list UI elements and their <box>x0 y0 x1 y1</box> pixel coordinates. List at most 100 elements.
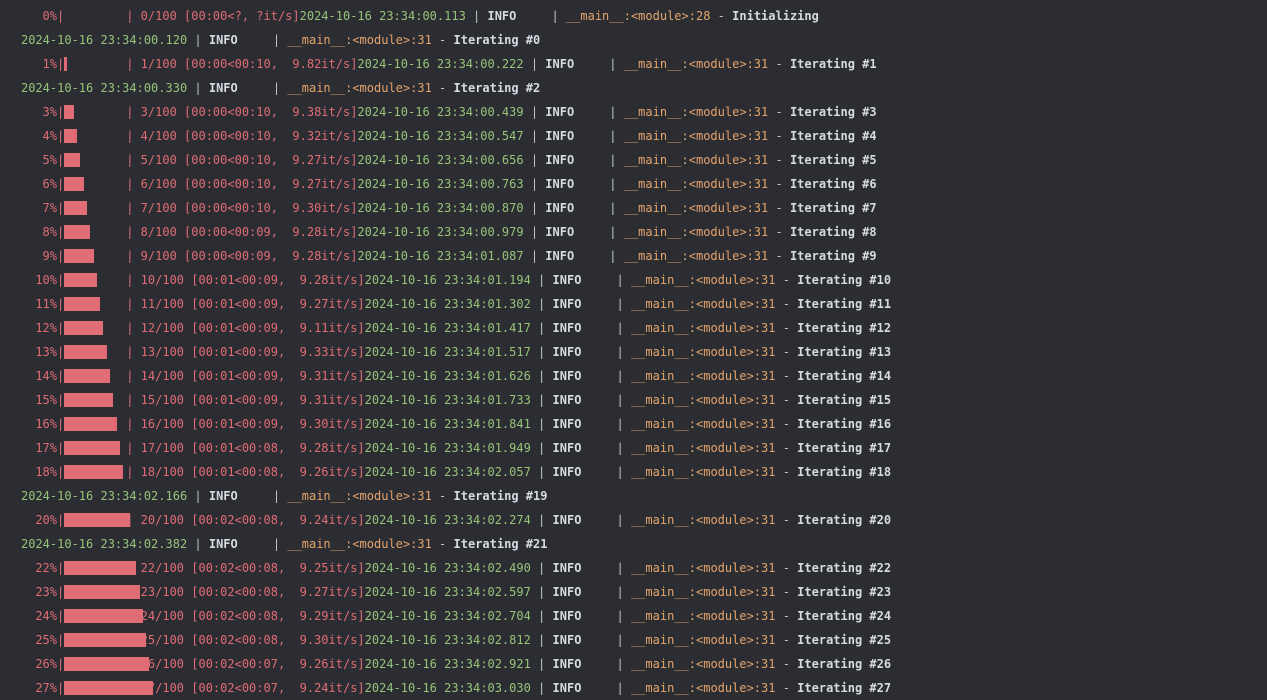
progress-bar-left-edge: | <box>57 633 65 647</box>
log-message: Iterating #26 <box>797 657 892 671</box>
progress-counter: | 18/100 [00:01<00:08, 9.26it/s] <box>126 465 365 479</box>
progress-bar-fill <box>64 273 98 287</box>
log-separator: | <box>616 441 631 455</box>
log-separator: | <box>609 249 624 263</box>
log-module: __main__:<module> <box>630 345 754 359</box>
progress-bar <box>64 556 137 580</box>
log-module: __main__:<module> <box>630 393 754 407</box>
progress-percent: 20% <box>35 513 57 527</box>
log-timestamp: 2024-10-16 23:34:02.597 <box>364 585 531 599</box>
progress-line: 26% | | 26/100 [00:02<00:07, 9.26it/s] 2024… <box>0 652 891 676</box>
progress-bar <box>64 364 126 388</box>
log-separator: | <box>272 33 288 47</box>
log-message: Iterating #5 <box>789 153 877 167</box>
log-timestamp: 2024-10-16 23:34:02.490 <box>364 561 531 575</box>
log-separator: | <box>616 657 631 671</box>
progress-bar-fill <box>64 57 68 71</box>
log-module: __main__:<module> <box>630 465 754 479</box>
progress-percent: 27% <box>35 681 57 695</box>
log-line-number: :31 <box>753 369 776 383</box>
progress-line: 17% | | 17/100 [00:01<00:08, 9.28it/s] 2024… <box>0 436 891 460</box>
log-separator: - <box>768 105 790 119</box>
progress-percent: 9% <box>42 249 57 263</box>
log-level: INFO <box>552 609 582 623</box>
log-separator: - <box>775 441 798 455</box>
log-separator: - <box>768 249 790 263</box>
log-message: Iterating #24 <box>797 609 892 623</box>
log-timestamp: 2024-10-16 23:34:03.030 <box>364 681 531 695</box>
progress-bar <box>64 268 126 292</box>
progress-bar-fill <box>64 321 104 335</box>
progress-line: 27% | | 27/100 [00:02<00:07, 9.24it/s] 2024… <box>0 676 891 700</box>
log-separator: | <box>616 609 631 623</box>
progress-bar <box>64 388 126 412</box>
progress-bar-left-edge: | <box>57 441 65 455</box>
progress-percent: 13% <box>35 345 57 359</box>
log-timestamp: 2024-10-16 23:34:00.979 <box>357 225 524 239</box>
progress-bar-left-edge: | <box>57 297 65 311</box>
progress-counter: | 14/100 [00:01<00:09, 9.31it/s] <box>126 369 365 383</box>
log-timestamp: 2024-10-16 23:34:02.274 <box>364 513 531 527</box>
log-level: INFO <box>552 681 582 695</box>
log-line-number: :31 <box>746 249 769 263</box>
progress-counter: | 5/100 [00:00<00:10, 9.27it/s] <box>126 153 358 167</box>
progress-bar-fill <box>64 609 144 623</box>
progress-line: 11% | | 11/100 [00:01<00:09, 9.27it/s] 2024… <box>0 292 891 316</box>
progress-bar-left-edge: | <box>57 9 65 23</box>
log-level: INFO <box>545 153 575 167</box>
log-separator: | <box>272 81 288 95</box>
log-line-number: :31 <box>753 465 776 479</box>
progress-bar <box>64 508 131 532</box>
progress-counter: | 11/100 [00:01<00:09, 9.27it/s] <box>126 297 365 311</box>
log-separator: | <box>616 273 631 287</box>
log-separator: - <box>431 537 454 551</box>
log-separator: | <box>187 489 209 503</box>
log-level: INFO <box>208 537 238 551</box>
progress-bar <box>64 148 126 172</box>
log-module: __main__:<module> <box>630 321 754 335</box>
progress-line: 12% | | 12/100 [00:01<00:09, 9.11it/s] 2024… <box>0 316 891 340</box>
log-message: Iterating #8 <box>789 225 877 239</box>
log-separator: - <box>775 585 798 599</box>
progress-bar <box>64 436 126 460</box>
log-line-number: :28 <box>688 9 711 23</box>
log-separator: | <box>616 321 631 335</box>
progress-bar <box>64 652 150 676</box>
log-module: __main__:<module> <box>630 273 754 287</box>
log-message: Iterating #15 <box>797 393 892 407</box>
log-separator: | <box>523 57 546 71</box>
progress-percent: 0% <box>42 9 57 23</box>
log-level: INFO <box>545 201 575 215</box>
progress-bar-left-edge: | <box>57 609 65 623</box>
progress-line: 0% | | 0/100 [00:00<?, ?it/s] 2024-10-16 23… <box>0 4 819 28</box>
log-separator: | <box>530 369 553 383</box>
progress-line: 23% | | 23/100 [00:02<00:08, 9.27it/s] 2024… <box>0 580 891 604</box>
progress-bar-left-edge: | <box>57 657 65 671</box>
log-line-number: :31 <box>753 681 776 695</box>
progress-bar-left-edge: | <box>57 321 65 335</box>
log-module: __main__:<module> <box>630 369 754 383</box>
log-module: __main__:<module> <box>630 681 754 695</box>
log-module: __main__:<module> <box>623 249 747 263</box>
log-timestamp: 2024-10-16 23:34:00.439 <box>357 105 524 119</box>
progress-bar-left-edge: | <box>57 417 65 431</box>
log-timestamp: 2024-10-16 23:34:00.113 <box>299 9 466 23</box>
progress-counter: | 0/100 [00:00<?, ?it/s] <box>126 9 300 23</box>
log-timestamp: 2024-10-16 23:34:02.921 <box>364 657 531 671</box>
progress-line: 24% | | 24/100 [00:02<00:08, 9.29it/s] 2024… <box>0 604 891 628</box>
progress-percent: 16% <box>35 417 57 431</box>
progress-counter: | 8/100 [00:00<00:09, 9.28it/s] <box>126 225 358 239</box>
progress-line: 25% | | 25/100 [00:02<00:08, 9.30it/s] 2024… <box>0 628 891 652</box>
log-timestamp: 2024-10-16 23:34:01.626 <box>364 369 531 383</box>
log-line-number: :31 <box>753 657 776 671</box>
log-timestamp: 2024-10-16 23:34:01.949 <box>364 441 531 455</box>
log-separator: - <box>768 177 790 191</box>
log-level: INFO <box>552 321 582 335</box>
log-level: INFO <box>487 9 517 23</box>
progress-percent: 5% <box>42 153 57 167</box>
log-module: __main__:<module> <box>630 441 754 455</box>
progress-percent: 17% <box>35 441 57 455</box>
progress-line: 13% | | 13/100 [00:01<00:09, 9.33it/s] 2024… <box>0 340 891 364</box>
log-separator: | <box>616 417 631 431</box>
progress-percent: 14% <box>35 369 57 383</box>
